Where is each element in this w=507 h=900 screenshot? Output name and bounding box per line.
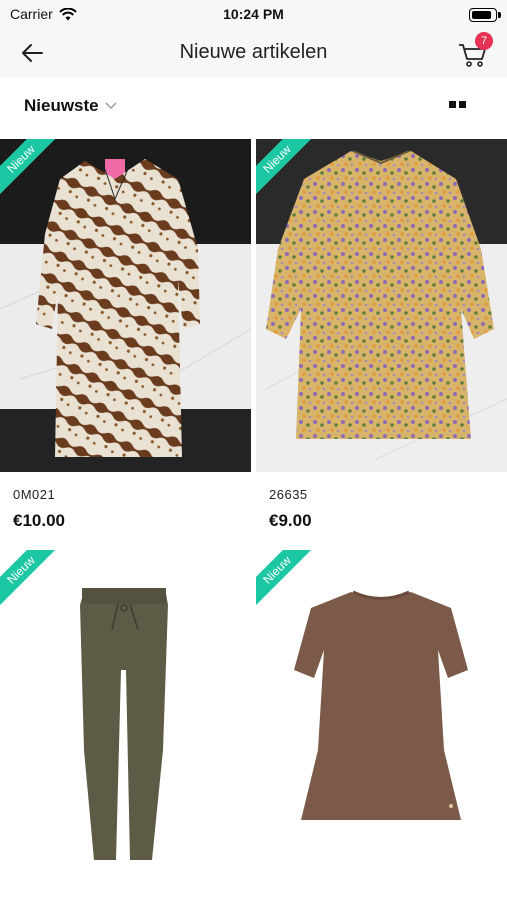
product-card[interactable]: Nieuw 26635 €9.00	[256, 139, 507, 539]
navigation-bar: Nieuwe artikelen 7	[0, 28, 507, 78]
product-photo-trousers	[0, 550, 251, 900]
battery-tip	[498, 12, 501, 18]
product-sku: 0M021	[13, 487, 56, 502]
grid-view-icon[interactable]	[449, 100, 467, 110]
status-bar: Carrier 10:24 PM	[0, 0, 507, 28]
cart-count-badge: 7	[475, 32, 493, 50]
sort-label: Nieuwste	[24, 96, 99, 115]
status-time: 10:24 PM	[223, 6, 284, 22]
product-image[interactable]: Nieuw	[0, 139, 251, 472]
product-sku: 26635	[269, 487, 308, 502]
product-image[interactable]: Nieuw	[256, 550, 507, 900]
sort-dropdown[interactable]: Nieuwste	[24, 96, 117, 116]
product-price: €9.00	[269, 511, 312, 530]
chevron-down-icon	[105, 102, 117, 110]
product-card[interactable]: Nieuw	[0, 550, 251, 900]
product-image[interactable]: Nieuw	[0, 550, 251, 900]
filter-bar: Nieuwste	[0, 78, 507, 134]
battery-level	[472, 11, 491, 19]
product-photo-brown-top	[256, 550, 507, 900]
product-price: €10.00	[13, 511, 65, 530]
product-card[interactable]: Nieuw	[256, 550, 507, 900]
page-title: Nieuwe artikelen	[179, 41, 328, 63]
product-image[interactable]: Nieuw	[256, 139, 507, 472]
product-card[interactable]: Nieuw 0M021 €10.00	[0, 139, 251, 539]
product-photo-dress	[0, 139, 251, 472]
product-photo-floral-top	[256, 139, 507, 472]
battery-icon	[469, 8, 501, 22]
